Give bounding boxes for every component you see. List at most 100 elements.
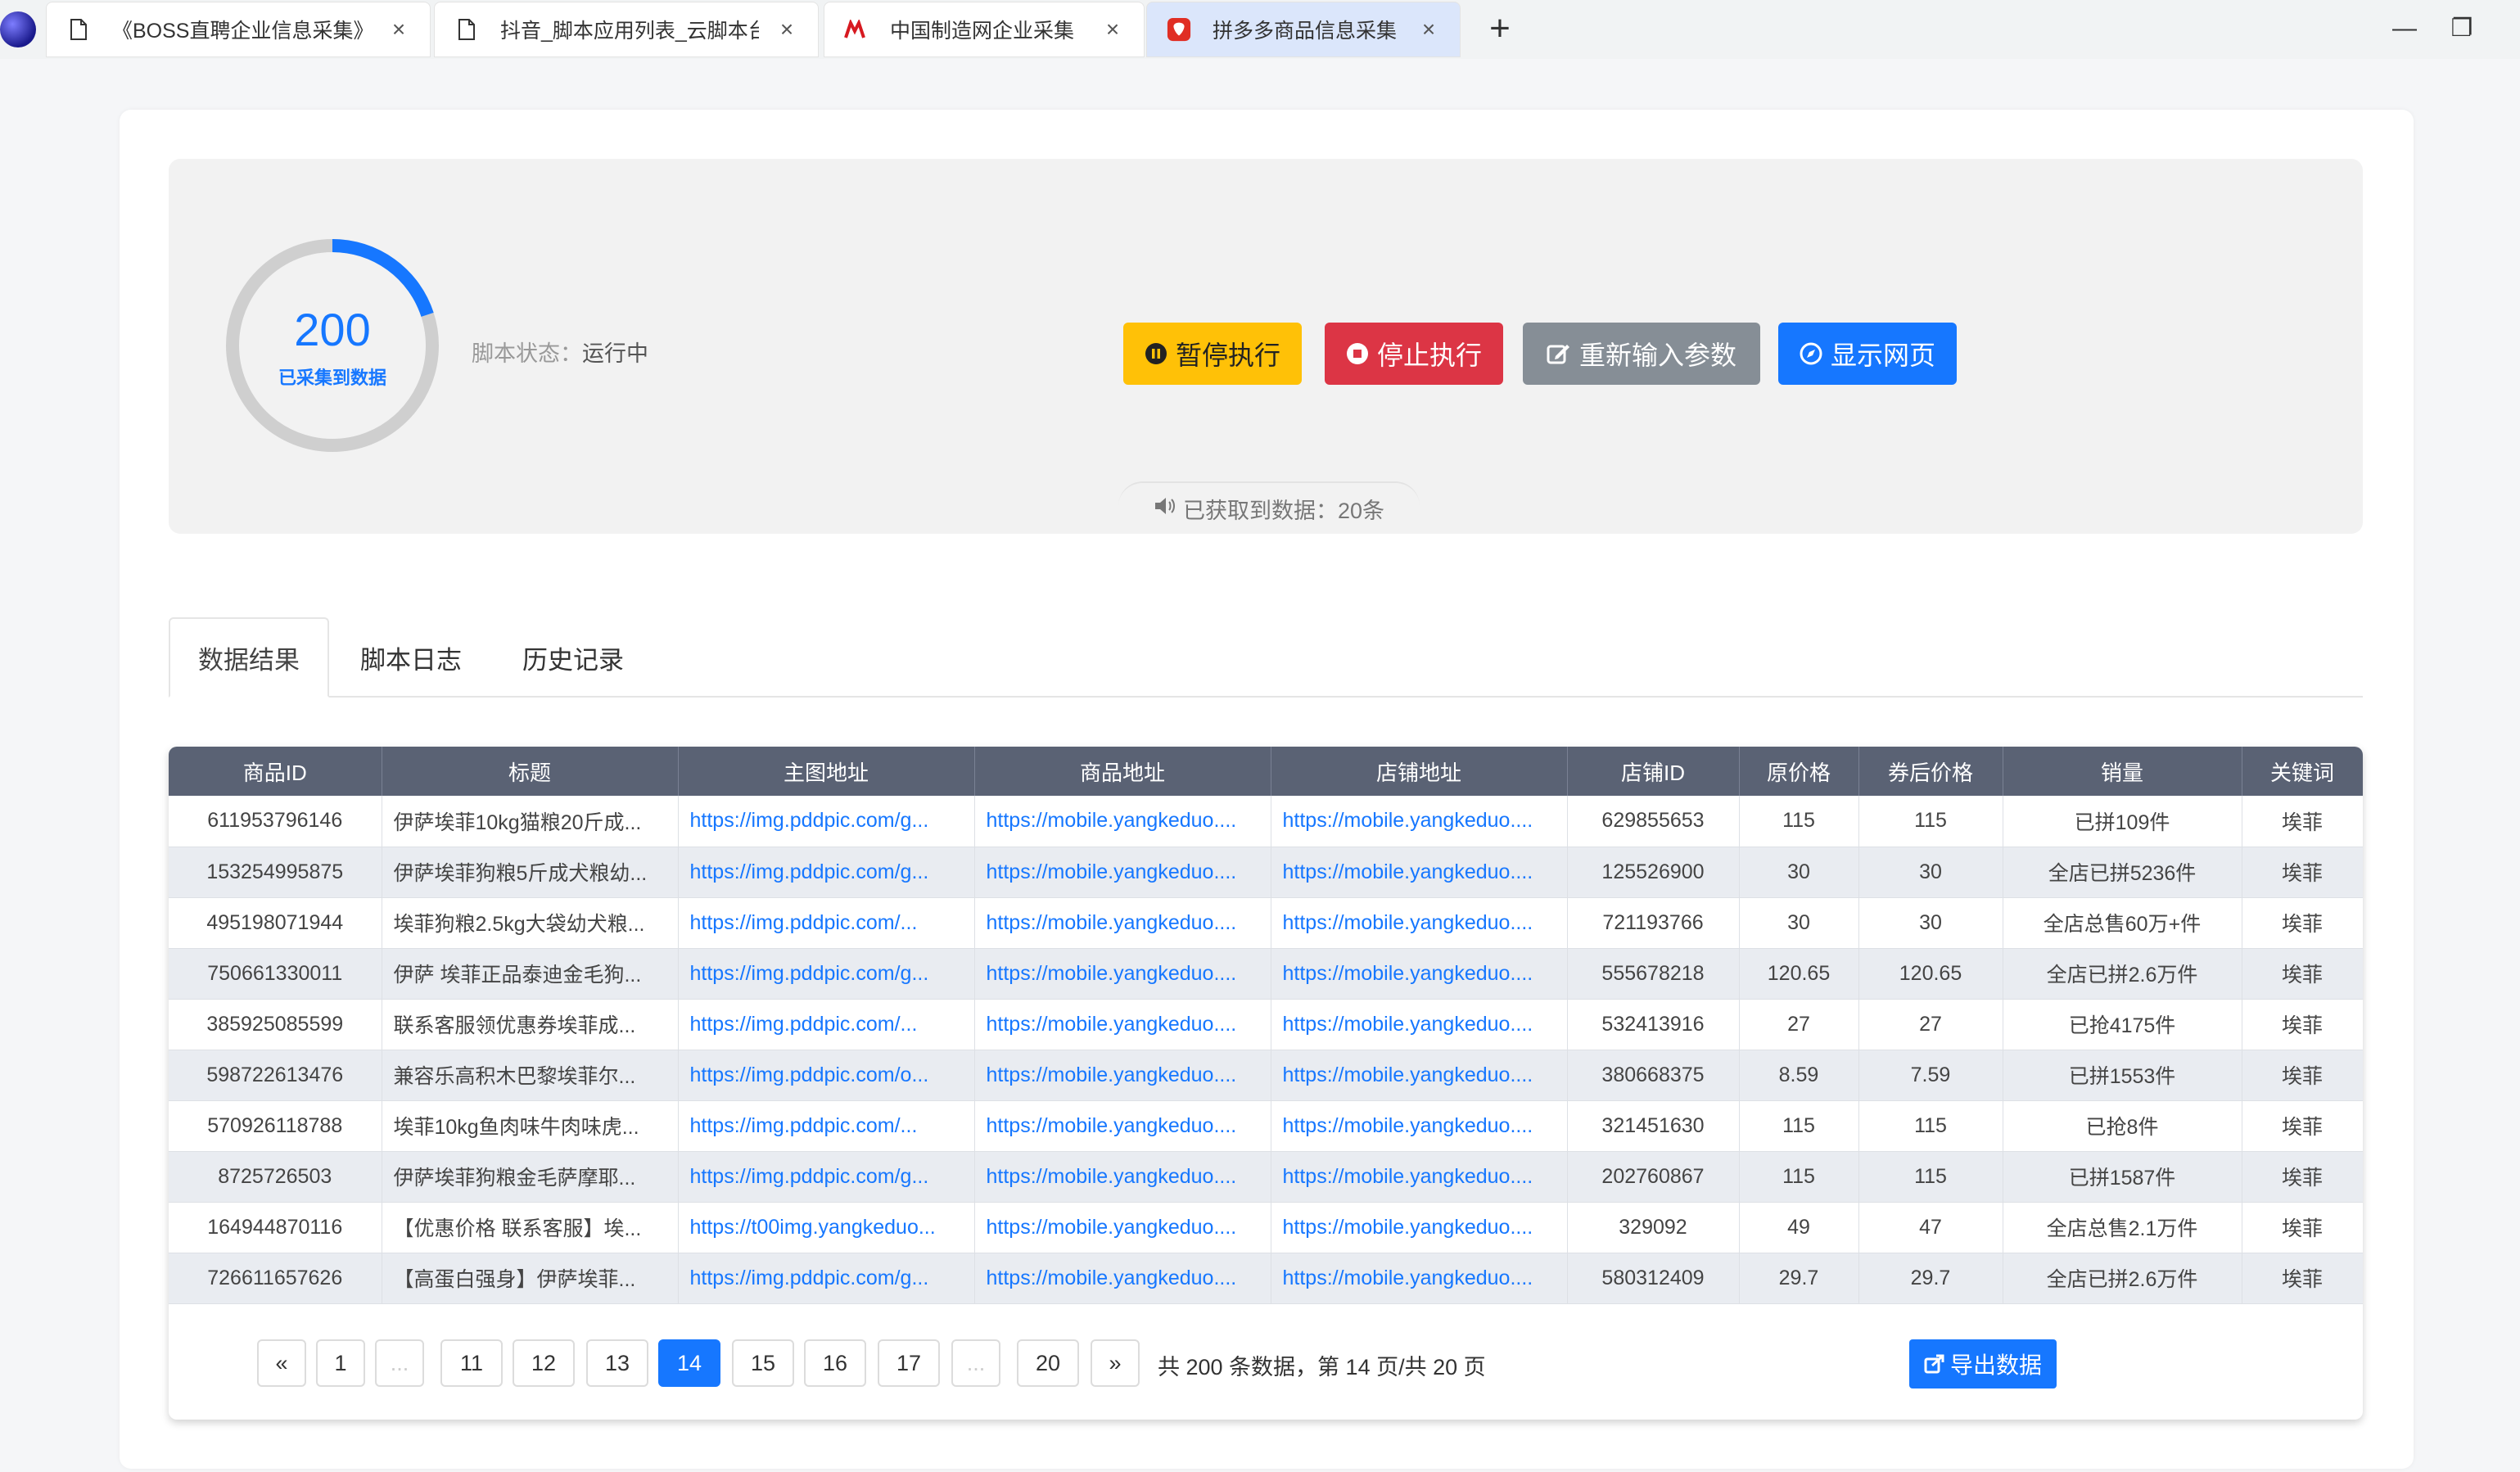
product-id-cell: 750661330011 [169, 948, 382, 1000]
table-row[interactable]: 385925085599 联系客服领优惠券埃菲成... https://img.pd… [169, 999, 2363, 1050]
title-cell: 【优惠价格 联系客服】埃... [382, 1202, 679, 1253]
browser-tab-douyin[interactable]: 抖音_脚本应用列表_云脚本台 × [434, 2, 819, 57]
page-icon [454, 17, 479, 42]
product-url-cell[interactable]: https://mobile.yangkeduo.... [974, 999, 1271, 1050]
show-page-button[interactable]: 显示网页 [1778, 323, 1957, 385]
prev-page-button[interactable]: « [257, 1339, 306, 1387]
image-url-cell[interactable]: https://img.pddpic.com/g... [678, 1253, 975, 1304]
close-icon[interactable]: × [775, 16, 798, 43]
tab-history[interactable]: 历史记录 [493, 617, 653, 698]
image-url-cell[interactable]: https://img.pddpic.com/g... [678, 847, 975, 898]
shop-url-cell[interactable]: https://mobile.yangkeduo.... [1271, 796, 1568, 847]
image-url-cell[interactable]: https://img.pddpic.com/g... [678, 948, 975, 1000]
tab-script-log[interactable]: 脚本日志 [331, 617, 491, 698]
image-url-cell[interactable]: https://t00img.yangkeduo... [678, 1202, 975, 1253]
reinput-params-label: 重新输入参数 [1578, 341, 1736, 370]
table-row[interactable]: 570926118788 埃菲10kg鱼肉味牛肉味虎... https://img.… [169, 1100, 2363, 1152]
shop-url-cell[interactable]: https://mobile.yangkeduo.... [1271, 948, 1568, 1000]
table-row[interactable]: 611953796146 伊萨埃菲10kg猫粮20斤成... https://img… [169, 796, 2363, 847]
table-row[interactable]: 8725726503 伊萨埃菲狗粮金毛萨摩耶... https://img.pddp… [169, 1151, 2363, 1203]
page-button[interactable]: 20 [1017, 1339, 1079, 1387]
column-header[interactable]: 店铺地址 [1271, 747, 1568, 796]
image-url-cell[interactable]: https://img.pddpic.com/g... [678, 796, 975, 847]
product-url-cell[interactable]: https://mobile.yangkeduo.... [974, 948, 1271, 1000]
column-header[interactable]: 店铺ID [1567, 747, 1740, 796]
export-data-button[interactable]: 导出数据 [1909, 1339, 2057, 1388]
pause-button[interactable]: 暂停执行 [1123, 323, 1302, 385]
column-header[interactable]: 销量 [2003, 747, 2242, 796]
show-page-label: 显示网页 [1830, 341, 1935, 370]
browser-tab-pinduoduo[interactable]: 拼多多商品信息采集 × [1146, 2, 1461, 57]
image-url-cell[interactable]: https://img.pddpic.com/... [678, 999, 975, 1050]
coupon-price-cell: 30 [1858, 847, 2003, 898]
page-button[interactable]: 11 [440, 1339, 503, 1387]
column-header[interactable]: 商品地址 [974, 747, 1271, 796]
sales-cell: 全店总售60万+件 [2003, 897, 2242, 949]
column-header[interactable]: 主图地址 [678, 747, 975, 796]
shop-url-cell[interactable]: https://mobile.yangkeduo.... [1271, 1151, 1568, 1203]
shop-url-cell[interactable]: https://mobile.yangkeduo.... [1271, 1050, 1568, 1101]
column-header[interactable]: 商品ID [169, 747, 382, 796]
image-url-cell[interactable]: https://img.pddpic.com/... [678, 897, 975, 949]
shop-url-cell[interactable]: https://mobile.yangkeduo.... [1271, 1202, 1568, 1253]
image-url-cell[interactable]: https://img.pddpic.com/g... [678, 1151, 975, 1203]
keyword-cell: 埃菲 [2242, 948, 2363, 1000]
title-cell: 伊萨埃菲10kg猫粮20斤成... [382, 796, 679, 847]
column-header[interactable]: 关键词 [2242, 747, 2363, 796]
page-button[interactable]: 15 [732, 1339, 794, 1387]
table-row[interactable]: 726611657626 【高蛋白强身】伊萨埃菲... https://img.pd… [169, 1253, 2363, 1304]
product-url-cell[interactable]: https://mobile.yangkeduo.... [974, 1202, 1271, 1253]
page-button-current[interactable]: 14 [658, 1339, 720, 1387]
page-button[interactable]: 13 [586, 1339, 648, 1387]
table-row[interactable]: 153254995875 伊萨埃菲狗粮5斤成犬粮幼... https://img.p… [169, 847, 2363, 898]
column-header[interactable]: 券后价格 [1858, 747, 2003, 796]
next-page-button[interactable]: » [1091, 1339, 1140, 1387]
shop-url-cell[interactable]: https://mobile.yangkeduo.... [1271, 847, 1568, 898]
product-url-cell[interactable]: https://mobile.yangkeduo.... [974, 1100, 1271, 1152]
script-status-label: 脚本状态： [472, 341, 582, 366]
image-url-cell[interactable]: https://img.pddpic.com/o... [678, 1050, 975, 1101]
shop-id-cell: 321451630 [1567, 1100, 1740, 1152]
product-url-cell[interactable]: https://mobile.yangkeduo.... [974, 796, 1271, 847]
new-tab-button[interactable]: + [1484, 8, 1516, 49]
page-button[interactable]: 12 [513, 1339, 575, 1387]
product-url-cell[interactable]: https://mobile.yangkeduo.... [974, 1151, 1271, 1203]
sales-cell: 已抢4175件 [2003, 999, 2242, 1050]
shop-url-cell[interactable]: https://mobile.yangkeduo.... [1271, 897, 1568, 949]
table-row[interactable]: 164944870116 【优惠价格 联系客服】埃... https://t00im… [169, 1202, 2363, 1253]
browser-tabstrip: 《BOSS直聘企业信息采集》 × 抖音_脚本应用列表_云脚本台 × 中国制造网企… [0, 0, 2520, 59]
close-icon[interactable]: × [387, 16, 410, 43]
page-button[interactable]: 17 [878, 1339, 940, 1387]
original-price-cell: 49 [1739, 1202, 1859, 1253]
table-row[interactable]: 598722613476 兼容乐高积木巴黎埃菲尔... https://img.pd… [169, 1050, 2363, 1101]
browser-tab-made-in-china[interactable]: 中国制造网企业采集 × [824, 2, 1145, 57]
stop-button[interactable]: 停止执行 [1325, 323, 1503, 385]
page-button[interactable]: 1 [316, 1339, 365, 1387]
image-url-cell[interactable]: https://img.pddpic.com/... [678, 1100, 975, 1152]
coupon-price-cell: 27 [1858, 999, 2003, 1050]
product-id-cell: 153254995875 [169, 847, 382, 898]
product-url-cell[interactable]: https://mobile.yangkeduo.... [974, 897, 1271, 949]
script-status: 脚本状态：运行中 [472, 336, 648, 368]
browser-tab-boss[interactable]: 《BOSS直聘企业信息采集》 × [46, 2, 431, 57]
title-cell: 兼容乐高积木巴黎埃菲尔... [382, 1050, 679, 1101]
page-button[interactable]: 16 [804, 1339, 866, 1387]
shop-url-cell[interactable]: https://mobile.yangkeduo.... [1271, 1100, 1568, 1152]
product-url-cell[interactable]: https://mobile.yangkeduo.... [974, 1253, 1271, 1304]
close-icon[interactable]: × [1417, 16, 1440, 43]
close-icon[interactable]: × [1101, 16, 1124, 43]
table-row[interactable]: 495198071944 埃菲狗粮2.5kg大袋幼犬粮... https://img… [169, 897, 2363, 949]
shop-url-cell[interactable]: https://mobile.yangkeduo.... [1271, 1253, 1568, 1304]
shop-url-cell[interactable]: https://mobile.yangkeduo.... [1271, 999, 1568, 1050]
tab-data-results[interactable]: 数据结果 [169, 617, 329, 698]
column-header[interactable]: 原价格 [1739, 747, 1859, 796]
reinput-params-button[interactable]: 重新输入参数 [1523, 323, 1760, 385]
restore-button[interactable]: ❐ [2441, 8, 2482, 49]
product-url-cell[interactable]: https://mobile.yangkeduo.... [974, 847, 1271, 898]
original-price-cell: 115 [1739, 796, 1859, 847]
minimize-button[interactable]: — [2384, 8, 2425, 49]
product-url-cell[interactable]: https://mobile.yangkeduo.... [974, 1050, 1271, 1101]
column-header[interactable]: 标题 [382, 747, 679, 796]
product-id-cell: 385925085599 [169, 999, 382, 1050]
table-row[interactable]: 750661330011 伊萨 埃菲正品泰迪金毛狗... https://img.p… [169, 948, 2363, 1000]
